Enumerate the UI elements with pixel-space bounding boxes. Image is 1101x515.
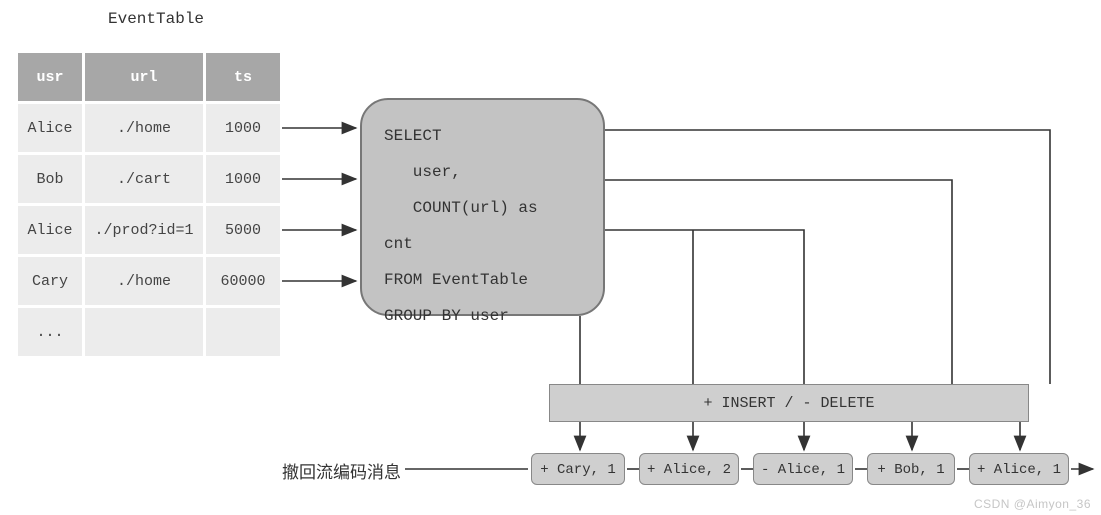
sql-line: user, <box>384 163 461 181</box>
event-table: usr url ts Alice ./home 1000 Bob ./cart … <box>15 50 283 359</box>
cell-ts: 60000 <box>206 257 280 305</box>
cell-ts: 5000 <box>206 206 280 254</box>
cell-usr: Bob <box>18 155 82 203</box>
sql-line: cnt <box>384 235 413 253</box>
header-ts: ts <box>206 53 280 101</box>
table-row: Cary ./home 60000 <box>18 257 280 305</box>
table-header-row: usr url ts <box>18 53 280 101</box>
cell-ts: 1000 <box>206 155 280 203</box>
sql-line: GROUP BY user <box>384 307 509 325</box>
table-row: Alice ./home 1000 <box>18 104 280 152</box>
header-usr: usr <box>18 53 82 101</box>
watermark: CSDN @Aimyon_36 <box>974 497 1091 511</box>
cell-usr: ... <box>18 308 82 356</box>
cell-url: ./cart <box>85 155 203 203</box>
table-row: Alice ./prod?id=1 5000 <box>18 206 280 254</box>
sql-line: COUNT(url) as <box>384 199 538 217</box>
cell-usr: Alice <box>18 104 82 152</box>
cell-ts: 1000 <box>206 104 280 152</box>
result-pill: + Alice, 2 <box>639 453 739 485</box>
cell-url: ./home <box>85 104 203 152</box>
header-url: url <box>85 53 203 101</box>
cell-usr: Cary <box>18 257 82 305</box>
cell-ts <box>206 308 280 356</box>
cell-url: ./prod?id=1 <box>85 206 203 254</box>
table-row: ... <box>18 308 280 356</box>
sql-line: SELECT <box>384 127 442 145</box>
retract-stream-label: 撤回流编码消息 <box>282 458 401 483</box>
cell-usr: Alice <box>18 206 82 254</box>
cell-url: ./home <box>85 257 203 305</box>
result-pill: - Alice, 1 <box>753 453 853 485</box>
sql-query-box: SELECT user, COUNT(url) as cnt FROM Even… <box>360 98 605 316</box>
table-row: Bob ./cart 1000 <box>18 155 280 203</box>
table-title: EventTable <box>108 10 204 28</box>
result-pill: + Alice, 1 <box>969 453 1069 485</box>
insert-delete-label: + INSERT / - DELETE <box>549 384 1029 422</box>
result-pill: + Bob, 1 <box>867 453 955 485</box>
sql-line: FROM EventTable <box>384 271 528 289</box>
cell-url <box>85 308 203 356</box>
result-pill: + Cary, 1 <box>531 453 625 485</box>
